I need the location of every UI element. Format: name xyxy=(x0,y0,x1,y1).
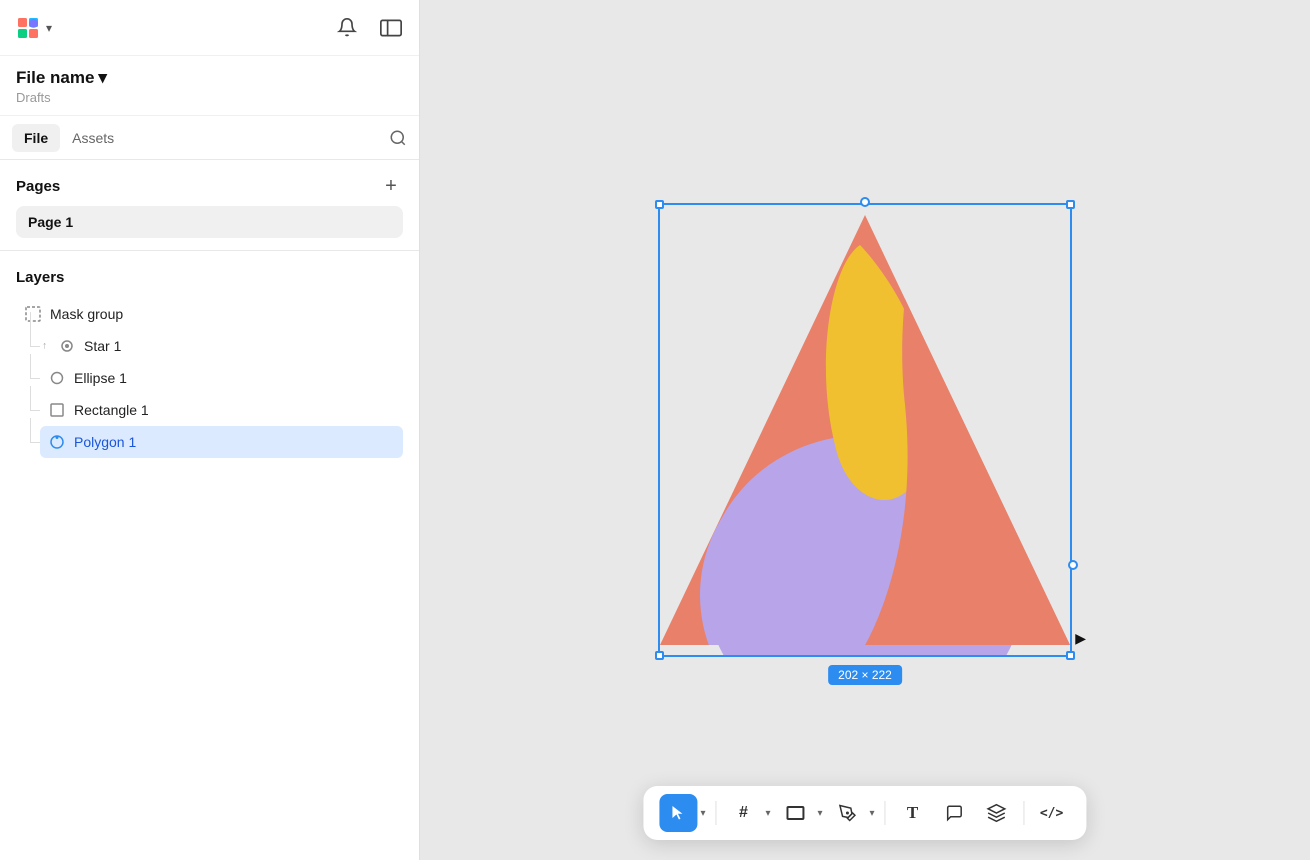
canvas[interactable]: ▶ 202 × 222 ▾ # ▾ ▾ xyxy=(420,0,1310,860)
code-view-button[interactable]: </> xyxy=(1033,794,1071,832)
layer-label: Mask group xyxy=(50,306,123,322)
frame-tool-dropdown[interactable]: ▾ xyxy=(763,806,772,821)
dimension-badge: 202 × 222 xyxy=(828,665,902,685)
layer-label: Rectangle 1 xyxy=(74,402,149,418)
pen-tool-dropdown[interactable]: ▾ xyxy=(868,806,877,821)
tab-assets[interactable]: Assets xyxy=(60,124,126,152)
text-tool-button[interactable]: T xyxy=(894,794,932,832)
layers-section: Layers Mask group ↑ Star 1 xyxy=(0,255,419,860)
file-info: File name ▾ Drafts xyxy=(0,56,419,116)
bottom-toolbar: ▾ # ▾ ▾ ▾ xyxy=(643,786,1086,840)
layer-label: Polygon 1 xyxy=(74,434,136,450)
pages-header: Pages + xyxy=(16,174,403,198)
separator-2 xyxy=(885,801,886,825)
separator-3 xyxy=(1024,801,1025,825)
layer-item-rectangle1[interactable]: Rectangle 1 xyxy=(40,394,403,426)
layer-item-star1[interactable]: ↑ Star 1 xyxy=(40,330,403,362)
search-button[interactable] xyxy=(389,129,407,147)
frame-tool-group: # ▾ xyxy=(724,794,772,832)
select-tool-dropdown[interactable]: ▾ xyxy=(698,806,707,821)
sidebar: ▾ File name ▾ Drafts File xyxy=(0,0,420,860)
add-page-button[interactable]: + xyxy=(379,174,403,198)
header-icons xyxy=(333,14,405,42)
tab-file[interactable]: File xyxy=(12,124,60,152)
file-name[interactable]: File name ▾ xyxy=(16,68,403,88)
file-name-dropdown-icon: ▾ xyxy=(98,68,107,88)
brand-dropdown-icon: ▾ xyxy=(46,21,52,35)
notifications-icon[interactable] xyxy=(333,14,361,42)
layer-item-mask-group[interactable]: Mask group xyxy=(16,298,403,330)
cursor: ▶ xyxy=(1075,630,1086,647)
separator-1 xyxy=(715,801,716,825)
file-name-text: File name xyxy=(16,68,94,88)
rectangle-tool-button[interactable] xyxy=(777,794,815,832)
sidebar-header: ▾ xyxy=(0,0,419,56)
layer-item-polygon1[interactable]: Polygon 1 xyxy=(40,426,403,458)
select-tool-group: ▾ xyxy=(659,794,707,832)
layer-label: Star 1 xyxy=(84,338,121,354)
comment-tool-button[interactable] xyxy=(936,794,974,832)
layout-icon[interactable] xyxy=(377,14,405,42)
square-icon xyxy=(48,401,66,419)
layers-title: Layers xyxy=(16,269,403,286)
dashed-square-icon xyxy=(24,305,42,323)
tab-bar: File Assets xyxy=(0,116,419,160)
pages-title: Pages xyxy=(16,178,60,195)
circle-icon xyxy=(48,369,66,387)
pen-tool-button[interactable] xyxy=(829,794,867,832)
rectangle-tool-group: ▾ xyxy=(777,794,825,832)
brand-logo[interactable]: ▾ xyxy=(14,14,52,42)
canvas-area: ▶ 202 × 222 xyxy=(660,205,1070,655)
layer-item-ellipse1[interactable]: Ellipse 1 xyxy=(40,362,403,394)
layer-label: Ellipse 1 xyxy=(74,370,127,386)
rectangle-tool-dropdown[interactable]: ▾ xyxy=(816,806,825,821)
frame-tool-button[interactable]: # xyxy=(724,794,762,832)
artwork-svg xyxy=(660,205,1070,655)
select-tool-button[interactable] xyxy=(659,794,697,832)
polygon-icon xyxy=(48,433,66,451)
pages-section: Pages + Page 1 xyxy=(0,160,419,246)
star-icon xyxy=(58,337,76,355)
page-item-page1[interactable]: Page 1 xyxy=(16,206,403,238)
file-subtitle: Drafts xyxy=(16,90,403,105)
pen-tool-group: ▾ xyxy=(829,794,877,832)
plugins-tool-button[interactable] xyxy=(978,794,1016,832)
